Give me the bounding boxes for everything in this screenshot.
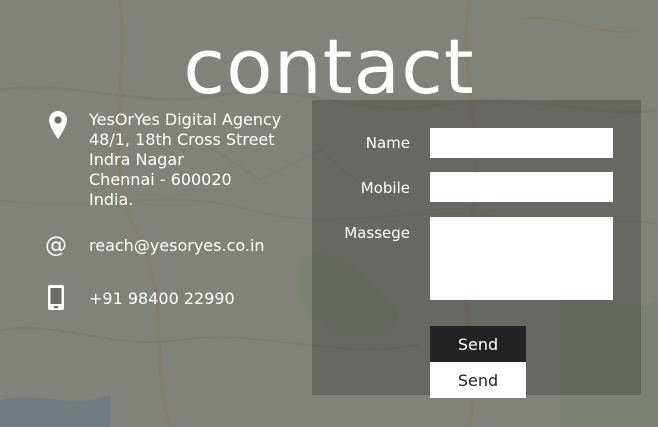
name-label: Name	[365, 134, 410, 152]
address-block: YesOrYes Digital Agency 48/1, 18th Cross…	[89, 110, 281, 210]
map-pin-icon	[49, 111, 67, 139]
message-textarea[interactable]	[430, 217, 613, 300]
address-line-company: YesOrYes Digital Agency	[89, 110, 282, 129]
page-title: contact	[183, 21, 475, 111]
send-button[interactable]: Send	[430, 326, 526, 362]
address-line-country: India.	[89, 190, 134, 209]
address-line-street: 48/1, 18th Cross Street	[89, 130, 275, 149]
email-link[interactable]: reach@yesoryes.co.in	[89, 236, 265, 256]
send-button-hover-state[interactable]: Send	[430, 362, 526, 398]
phone-number: +91 98400 22990	[89, 289, 235, 308]
mobile-input[interactable]	[430, 172, 613, 202]
address-line-area: Indra Nagar	[89, 150, 184, 169]
mobile-phone-icon	[48, 285, 64, 310]
mobile-label: Mobile	[360, 179, 410, 197]
address-line-city: Chennai - 600020	[89, 170, 232, 189]
message-label: Massege	[344, 224, 410, 242]
at-sign-icon: @	[45, 233, 67, 258]
name-input[interactable]	[430, 128, 613, 158]
